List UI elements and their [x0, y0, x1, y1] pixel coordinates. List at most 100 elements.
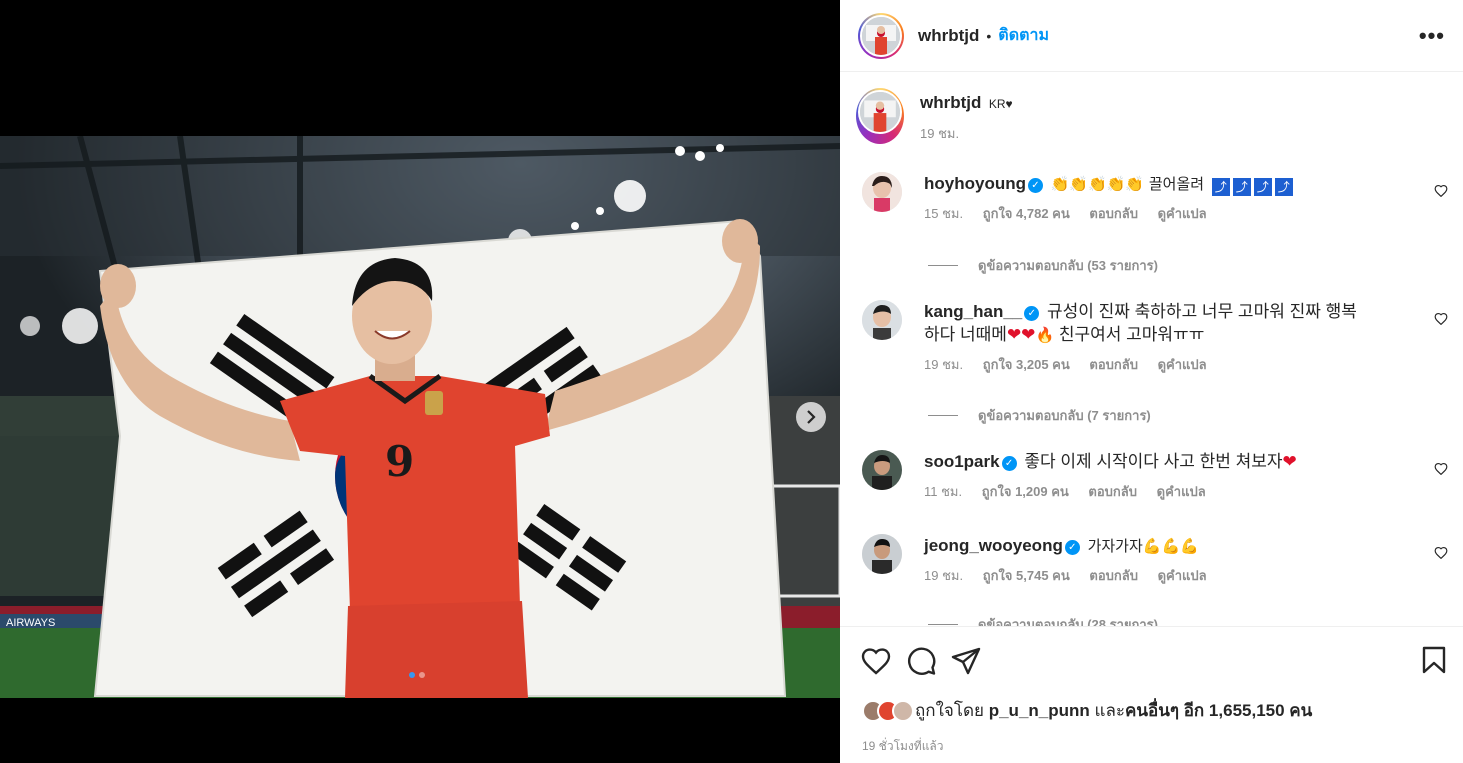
comment-item: hoyhoyoung ✓ 👏👏👏👏👏 끌어올려 ⤴ ⤴ ⤴ ⤴ 15 ชม. ถูกใจ…: [862, 172, 1452, 224]
photo-illustration: AIRWAYS 9: [0, 136, 840, 698]
comment-time[interactable]: 11 ชม.: [924, 484, 962, 499]
avatar-image: [862, 300, 902, 340]
carousel-next-button[interactable]: [796, 402, 826, 432]
commenter-avatar[interactable]: [862, 534, 902, 574]
reply-button[interactable]: ตอบกลับ: [1088, 484, 1137, 499]
avatar-image: [862, 172, 902, 212]
share-icon[interactable]: [950, 645, 982, 677]
view-replies-button[interactable]: ดูข้อความตอบกลับ (28 รายการ): [928, 614, 1158, 626]
like-comment-heart-icon[interactable]: [1434, 312, 1448, 325]
liked-by-prefix: ถูกใจโดย: [915, 701, 984, 720]
post-caption: whrbtjd KR♥ 19 ชม.: [856, 88, 1013, 144]
comment-time[interactable]: 19 ชม.: [924, 568, 963, 583]
liked-by-user[interactable]: p_u_n_punn: [989, 701, 1090, 721]
jersey-number: 9: [385, 437, 414, 486]
comment-likes[interactable]: ถูกใจ 5,745 คน: [983, 568, 1070, 583]
comment-icon[interactable]: [905, 645, 937, 677]
comment-text-line2: 하다 너때메: [924, 325, 1007, 344]
avatar-image: [862, 450, 902, 490]
comment-likes[interactable]: ถูกใจ 4,782 คน: [983, 206, 1070, 221]
liker-avatar: [892, 699, 914, 722]
avatar-image: [862, 534, 902, 574]
comment-username[interactable]: hoyhoyoung: [924, 174, 1026, 193]
verified-icon: ✓: [1064, 540, 1080, 555]
arrow-up-icon: ⤴: [1274, 178, 1293, 196]
comment-text-line2-end: 친구여서 고마워ㅠㅠ: [1054, 325, 1205, 344]
post-timestamp[interactable]: 19 ชั่วโมงที่แล้ว: [862, 737, 944, 756]
view-replies-button[interactable]: ดูข้อความตอบกลับ (53 รายการ): [928, 255, 1158, 276]
comment-text: 가자가자💪💪💪: [1087, 537, 1199, 555]
verified-icon: ✓: [1027, 178, 1043, 193]
comment-time[interactable]: 19 ชม.: [924, 357, 963, 372]
carousel-dot[interactable]: [409, 672, 415, 678]
translate-button[interactable]: ดูคำแปล: [1158, 568, 1207, 583]
reply-button[interactable]: ตอบกลับ: [1089, 568, 1138, 583]
comment-item: kang_han__ ✓ 규성이 진짜 축하하고 너무 고마워 진짜 행복 하다 …: [862, 300, 1452, 375]
translate-button[interactable]: ดูคำแปล: [1158, 357, 1207, 372]
replies-divider: [928, 265, 958, 266]
reply-button[interactable]: ตอบกลับ: [1089, 206, 1138, 221]
liked-by-others[interactable]: คนอื่นๆ อีก 1,655,150 คน: [1125, 697, 1312, 724]
translate-button[interactable]: ดูคำแปล: [1158, 206, 1207, 221]
liked-by-and: และ: [1094, 701, 1126, 720]
red-heart-emoji: ❤❤: [1006, 325, 1036, 345]
commenter-avatar[interactable]: [862, 300, 902, 340]
heart-icon[interactable]: [860, 645, 892, 677]
more-options-icon[interactable]: •••: [1419, 23, 1445, 49]
post-panel: whrbtjd • ติดตาม ••• whrbtjd KR♥ 19 ชม. …: [840, 0, 1463, 763]
like-comment-heart-icon[interactable]: [1434, 184, 1448, 197]
comment-time[interactable]: 15 ชม.: [924, 206, 963, 221]
comment-username[interactable]: soo1park: [924, 452, 1000, 471]
liker-avatars: [862, 699, 914, 722]
view-replies-label: ดูข้อความตอบกลับ (53 รายการ): [978, 258, 1158, 273]
svg-text:AIRWAYS: AIRWAYS: [6, 617, 55, 629]
comment-likes[interactable]: ถูกใจ 1,209 คน: [982, 484, 1069, 499]
comment-username[interactable]: jeong_wooyeong: [924, 536, 1063, 555]
comment-username[interactable]: kang_han__: [924, 302, 1022, 321]
verified-icon: ✓: [1001, 456, 1017, 471]
comment-item: soo1park ✓ 좋다 이제 시작이다 사고 한번 쳐보자❤ 11 ชม. ถ…: [862, 450, 1452, 502]
post-actions: [860, 645, 982, 677]
arrow-up-icon: ⤴: [1232, 178, 1251, 196]
replies-divider: [928, 624, 958, 625]
comment-text: 좋다 이제 시작이다 사고 한번 쳐보자: [1024, 452, 1283, 471]
commenter-avatar[interactable]: [862, 450, 902, 490]
comment-text: 👏👏👏👏👏 끌어올려: [1050, 175, 1205, 193]
carousel-dot[interactable]: [419, 672, 425, 678]
avatar-image: [860, 92, 900, 132]
comment-likes[interactable]: ถูกใจ 3,205 คน: [983, 357, 1070, 372]
red-heart-emoji: ❤: [1282, 452, 1297, 472]
replies-divider: [928, 415, 958, 416]
author-avatar[interactable]: [858, 12, 904, 59]
like-comment-heart-icon[interactable]: [1434, 462, 1448, 475]
carousel-dots: [409, 672, 425, 678]
caption-avatar[interactable]: [856, 88, 904, 144]
view-replies-button[interactable]: ดูข้อความตอบกลับ (7 รายการ): [928, 405, 1151, 426]
post-photo[interactable]: AIRWAYS 9: [0, 136, 840, 698]
post-header: whrbtjd • ติดตาม •••: [840, 0, 1463, 72]
likes-summary[interactable]: ถูกใจโดย p_u_n_punn และ คนอื่นๆ อีก 1,655…: [862, 697, 1312, 724]
post-media: AIRWAYS 9: [0, 0, 840, 763]
caption-username[interactable]: whrbtjd: [920, 93, 981, 112]
bookmark-icon[interactable]: [1421, 645, 1447, 675]
translate-button[interactable]: ดูคำแปล: [1157, 484, 1206, 499]
avatar-image: [862, 16, 900, 55]
like-comment-heart-icon[interactable]: [1434, 546, 1448, 559]
verified-icon: ✓: [1024, 306, 1040, 321]
chevron-right-icon: [807, 410, 816, 424]
view-replies-label: ดูข้อความตอบกลับ (7 รายการ): [978, 408, 1151, 423]
arrow-up-icon: ⤴: [1253, 178, 1272, 196]
caption-text: KR♥: [988, 97, 1013, 111]
reply-button[interactable]: ตอบกลับ: [1089, 357, 1138, 372]
arrow-up-icon: ⤴: [1211, 178, 1230, 196]
caption-time: 19 ชม.: [920, 126, 960, 141]
post-actions-area: ถูกใจโดย p_u_n_punn และ คนอื่นๆ อีก 1,655…: [840, 626, 1463, 763]
author-username[interactable]: whrbtjd: [918, 26, 979, 46]
follow-button[interactable]: ติดตาม: [998, 23, 1049, 48]
commenter-avatar[interactable]: [862, 172, 902, 212]
comment-item: jeong_wooyeong ✓ 가자가자💪💪💪 19 ชม. ถูกใจ 5,7…: [862, 534, 1452, 586]
arrow-emoji-group: ⤴ ⤴ ⤴ ⤴: [1209, 174, 1293, 196]
comments-list[interactable]: whrbtjd KR♥ 19 ชม. hoyhoyoung✓ 👏👏👏�: [840, 72, 1463, 626]
separator-dot: •: [986, 27, 992, 44]
view-replies-label: ดูข้อความตอบกลับ (28 รายการ): [978, 617, 1158, 626]
